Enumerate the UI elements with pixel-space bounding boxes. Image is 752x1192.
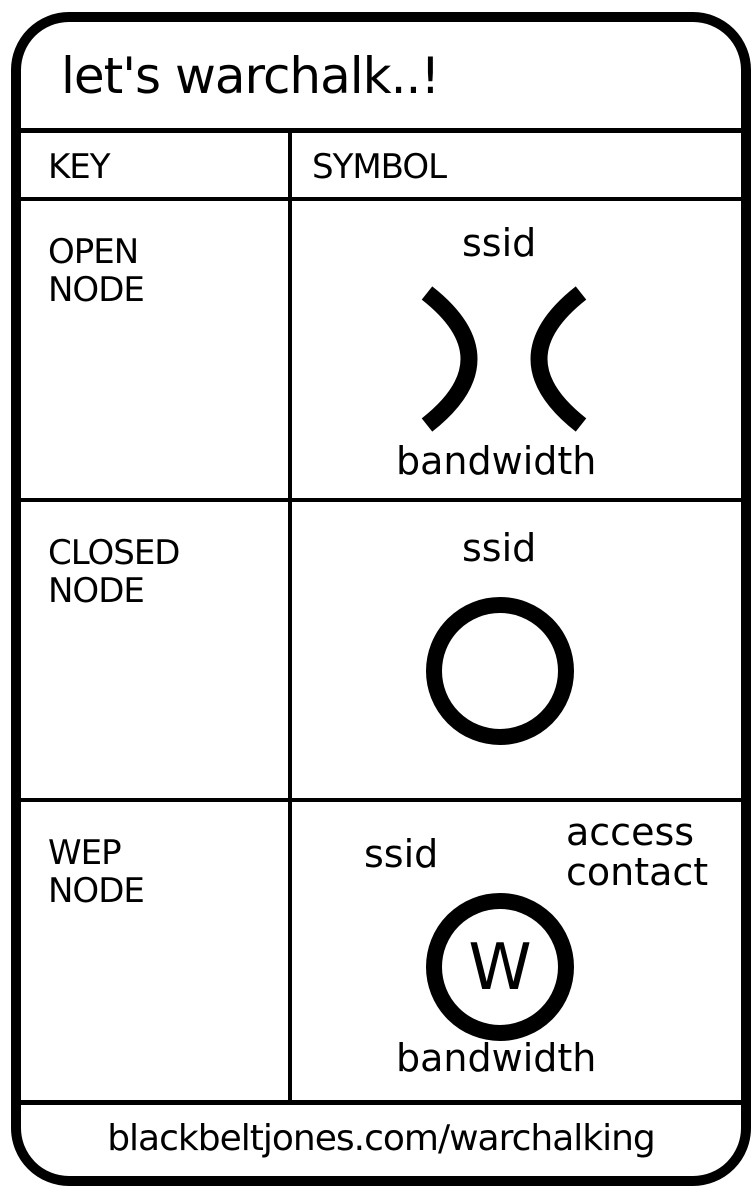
key-label-line: CLOSED — [48, 533, 180, 573]
symbol-column-header: SYMBOL — [312, 147, 447, 187]
ssid-label: ssid — [364, 832, 439, 876]
open-node-symbol-icon — [421, 286, 587, 432]
access-contact-label-line1: access — [566, 810, 695, 854]
key-label-line: NODE — [48, 571, 145, 611]
key-column-header: KEY — [48, 147, 111, 187]
key-label-open-node: OPEN NODE — [48, 233, 268, 309]
title-row: let's warchalk..! — [21, 22, 741, 133]
key-label-closed-node: CLOSED NODE — [48, 534, 268, 610]
access-contact-label-line2: contact — [566, 850, 709, 894]
footer: blackbeltjones.com/warchalking — [21, 1105, 741, 1176]
bandwidth-label: bandwidth — [396, 1036, 597, 1080]
bandwidth-label: bandwidth — [396, 439, 597, 483]
table-row-closed-node: CLOSED NODE ssid — [21, 502, 741, 802]
card-title: let's warchalk..! — [61, 47, 440, 105]
key-label-line: OPEN — [48, 232, 139, 272]
key-label-line: NODE — [48, 270, 145, 310]
footer-url[interactable]: blackbeltjones.com/warchalking — [21, 1117, 741, 1161]
ssid-label: ssid — [462, 526, 537, 570]
key-label-line: NODE — [48, 871, 145, 911]
table-row-wep-node: WEP NODE ssid access contact W bandwidth — [21, 802, 741, 1105]
table-row-open-node: OPEN NODE ssid bandwidth — [21, 201, 741, 502]
ssid-label: ssid — [462, 221, 537, 265]
key-label-wep-node: WEP NODE — [48, 834, 268, 910]
warchalking-card: let's warchalk..! KEY SYMBOL OPEN NODE s… — [11, 12, 751, 1186]
key-label-line: WEP — [48, 833, 122, 873]
wep-node-symbol-icon: W — [426, 893, 574, 1041]
table-header-row: KEY SYMBOL — [21, 133, 741, 201]
wep-symbol-letter: W — [468, 931, 531, 1005]
closed-node-symbol-icon — [426, 597, 574, 745]
